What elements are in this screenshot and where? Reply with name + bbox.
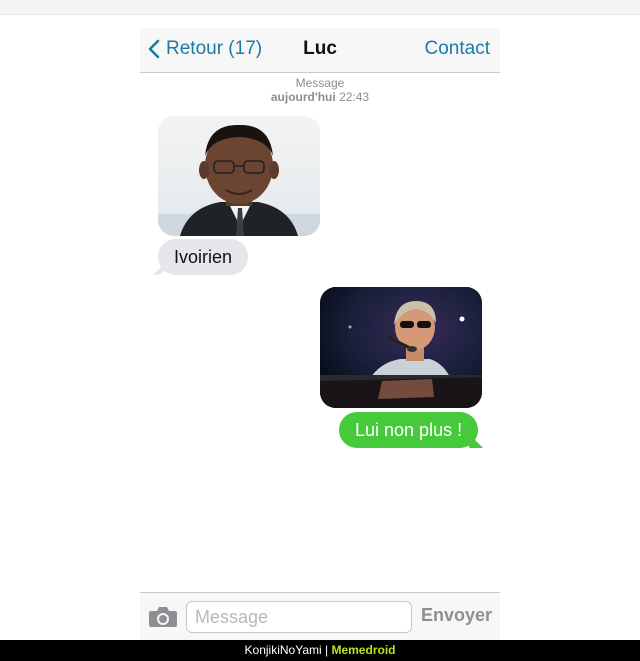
incoming-photo-message[interactable] [158, 116, 320, 236]
footer-brand: Memedroid [331, 643, 396, 657]
timestamp-time: 22:43 [339, 90, 370, 104]
camera-icon [149, 607, 177, 627]
timestamp-date: aujourd'hui [270, 90, 336, 104]
man-portrait-photo [158, 124, 320, 236]
singer-at-piano-photo [320, 287, 482, 408]
watermark-footer: KonjikiNoYami | Memedroid [0, 640, 640, 661]
chevron-left-icon [148, 39, 160, 59]
incoming-text-bubble[interactable]: Ivoirien [158, 239, 249, 275]
back-button[interactable]: Retour (17) [148, 34, 262, 64]
message-composer: Envoyer [140, 592, 500, 641]
footer-separator: | [325, 643, 329, 657]
top-strip [0, 0, 640, 15]
contact-button[interactable]: Contact [425, 38, 490, 60]
outgoing-photo-message[interactable] [320, 287, 482, 408]
back-button-label: Retour (17) [166, 38, 263, 59]
thread-timestamp: Message aujourd'hui 22:43 [140, 76, 500, 104]
navigation-bar: Retour (17) Luc Contact [140, 28, 500, 73]
outgoing-text-bubble[interactable]: Lui non plus ! [339, 412, 479, 448]
send-button[interactable]: Envoyer [421, 605, 492, 626]
message-input[interactable] [186, 601, 412, 633]
timestamp-line: aujourd'hui 22:43 [140, 90, 500, 104]
camera-button[interactable] [148, 605, 178, 634]
messages-screen: Retour (17) Luc Contact Message aujourd'… [0, 0, 640, 661]
footer-author: KonjikiNoYami [244, 643, 322, 657]
service-label: Message [295, 76, 345, 90]
